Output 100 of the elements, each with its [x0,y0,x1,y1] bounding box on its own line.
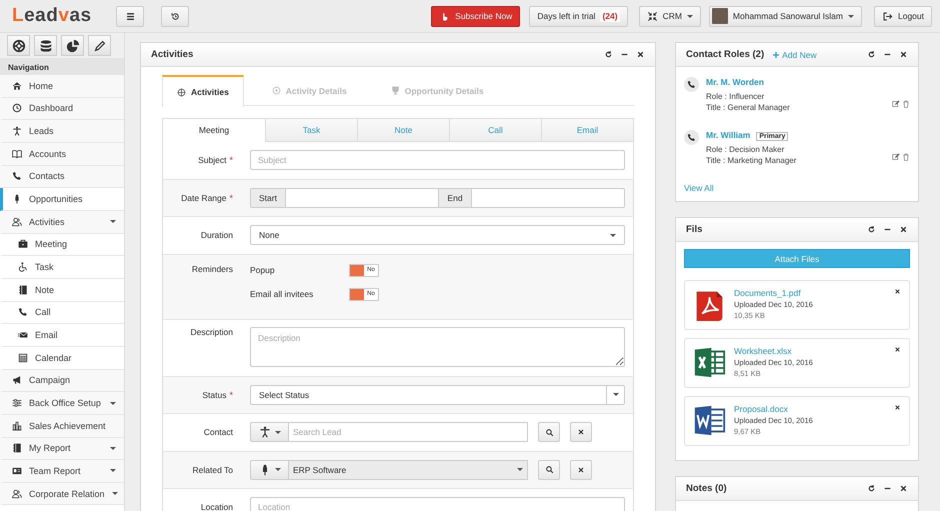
refresh-icon [867,50,876,59]
panel-title: Activities [151,49,194,60]
trial-indicator: Days left in trial (24) [529,6,628,26]
type-dropdown[interactable] [250,422,288,442]
sliders-icon [12,398,22,408]
lifebuoy-icon [12,38,26,52]
text-field[interactable]: Location [250,497,625,511]
search-button[interactable] [538,422,560,442]
date-range-field[interactable]: Start End [250,188,625,208]
history-button[interactable] [161,6,189,26]
notebook-icon [18,284,28,295]
text-area[interactable]: Description [250,326,625,366]
refresh-icon [604,50,613,59]
refresh-icon [867,484,876,493]
history-icon [170,10,180,22]
trophy-icon [390,86,400,95]
phone-icon [18,307,28,318]
search-field[interactable]: Search Lead [288,422,528,442]
trial-days-count: (24) [600,10,620,22]
panel-title: Fils [686,224,702,235]
field-label: Reminders [192,264,233,274]
field-label: Contact [204,427,233,438]
sidebar-item[interactable]: Corporate Relation [0,482,124,506]
refresh-button[interactable] [867,484,876,493]
panel-title: Notes (0) [686,483,727,494]
sidebar-item[interactable]: Sales Achievement [0,414,124,438]
menu-button[interactable] [116,6,144,26]
clear-button[interactable] [570,460,592,480]
type-dropdown[interactable] [250,460,288,480]
sidebar-item[interactable]: My Report [0,438,124,460]
logo: Leadvas [12,5,93,27]
sidebar-item[interactable]: Campaign [0,370,124,392]
select-field[interactable]: ERP Software [288,460,528,480]
close-icon [899,50,908,59]
edit-icon [892,152,900,160]
search-icon [544,465,554,474]
remove-file-button[interactable] [894,288,901,295]
user-menu[interactable]: Mohammad Sanowarul Islam [708,6,862,26]
sidebar-item[interactable]: Leads [0,120,124,143]
refresh-button[interactable] [867,225,876,234]
module-dropdown[interactable]: CRM [638,6,701,26]
sidebar-item[interactable]: Dashboard [0,98,124,120]
contact-title: Title : Marketing Manager [706,156,798,165]
refresh-button[interactable] [604,50,613,59]
close-icon [899,484,908,493]
close-button[interactable] [899,484,908,493]
close-icon [899,225,908,234]
clear-button[interactable] [570,422,592,442]
users-icon [12,216,22,227]
select-field[interactable]: Select Status [250,384,625,405]
sidebar-item[interactable]: Contacts [0,166,124,188]
sidebar-item[interactable]: Accounts [0,142,124,166]
person-icon [12,126,22,136]
subscribe-button[interactable]: Subscribe Now [431,6,520,26]
tab[interactable]: Activities [162,75,244,107]
phone-icon [12,171,22,182]
pencil-button[interactable] [88,35,111,56]
sidebar-item[interactable]: Home [0,75,124,98]
crosshair-icon [177,88,186,96]
pie-chart-icon [66,38,80,52]
refresh-icon [867,225,876,234]
close-icon [894,288,901,295]
avatar [712,8,728,24]
logout-button[interactable]: Logout [874,6,932,26]
envelope-icon [18,330,28,340]
id-card-icon [12,466,22,476]
remove-file-button[interactable] [894,346,901,353]
field-label: Related To [192,464,233,475]
lifebuoy-button[interactable] [7,35,30,56]
menu-icon [124,10,136,22]
sidebar-item[interactable]: Activities [0,210,124,234]
calendar-icon [18,352,28,363]
select-field[interactable]: None [250,225,625,246]
text-field[interactable]: Subject [250,150,625,170]
refresh-button[interactable] [867,50,876,59]
compress-arrows-icon [646,10,658,22]
database-button[interactable] [34,35,57,56]
close-button[interactable] [899,225,908,234]
required-asterisk: * [229,155,233,166]
field-label: Duration [200,230,233,240]
sidebar-item[interactable]: Opportunities [0,188,124,211]
panel-title: Contact Roles (2) [686,49,764,60]
circle-dot-icon [272,86,281,95]
person-icon [258,426,270,438]
trash-icon [902,152,910,160]
sidebar-item[interactable]: Team Report [0,460,124,483]
pie-chart-button[interactable] [61,35,84,56]
field-label: Status [202,390,226,400]
close-icon [636,50,645,59]
phone-avatar-icon [684,77,699,92]
sidebar-item[interactable]: Back Office Setup [0,392,124,415]
sign-out-icon [882,10,893,22]
pencil-icon [92,38,106,52]
contact-role: Role : Decision Maker [706,145,786,154]
close-icon [577,428,585,436]
close-icon [577,466,585,474]
search-button[interactable] [538,460,560,480]
close-button[interactable] [636,50,645,59]
remove-file-button[interactable] [894,404,901,411]
close-button[interactable] [899,50,908,59]
